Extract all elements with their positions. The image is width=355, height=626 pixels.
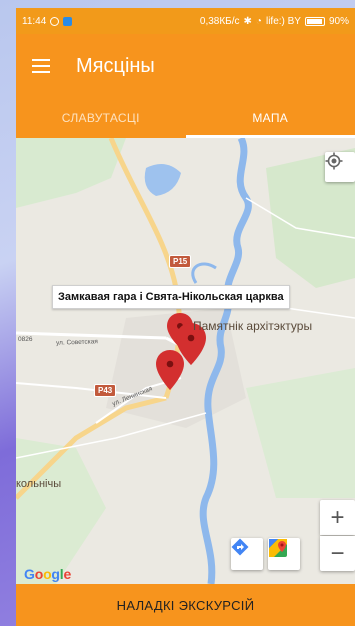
tab-sights[interactable]: СЛАВУТАСЦІ [16,98,186,138]
monument-label: Памятнік архітэктуры [193,319,313,333]
village-label: кольнічы [16,478,62,490]
google-maps-icon [269,539,287,557]
notification-icon [50,16,60,26]
battery-icon [304,16,325,26]
road-shield-p15: P15 [169,255,192,268]
zoom-out-button[interactable]: − [320,536,355,571]
road-number-label: 0826 [18,336,33,343]
tab-bar: СЛАВУТАСЦІ МАПА [16,98,355,138]
directions-icon [231,538,249,556]
marker-info-window[interactable]: Замкавая гара і Свята-Нікольская царква [52,285,290,309]
status-time: 11:44 [22,15,47,27]
app-notification-icon [63,16,73,26]
my-location-icon [325,152,343,170]
hamburger-menu-icon[interactable] [32,59,50,73]
page-title: Мясціны [76,54,155,77]
map-view[interactable]: P15 P43 0826 ул. Советская ул. Ленинская… [16,138,355,584]
app-bar: Мясціны [16,34,355,98]
google-attribution-logo: Google [24,566,72,582]
carrier-name: life:) BY [265,15,301,27]
street-label-sovetskaya: ул. Советская [55,338,99,347]
open-in-maps-button[interactable] [268,538,300,570]
road-shield-p43: P43 [94,384,117,397]
tour-settings-button[interactable]: НАЛАДКІ ЭКСКУРСІЙ [16,584,355,626]
status-bar: 11:44 0,38КБ/с ✱ ◔ life:) BY 90% [16,8,355,34]
network-speed: 0,38КБ/с [199,15,240,27]
zoom-in-button[interactable]: + [320,500,355,535]
tab-map[interactable]: МАПА [185,98,355,138]
wifi-icon: ◔ [255,15,262,27]
map-canvas [16,138,355,584]
my-location-button[interactable] [325,152,355,182]
directions-button[interactable] [231,538,263,570]
bluetooth-icon: ✱ [243,15,252,27]
battery-level: 90% [328,15,349,27]
phone-screen: 11:44 0,38КБ/с ✱ ◔ life:) BY 90% Мясціны… [16,8,355,626]
